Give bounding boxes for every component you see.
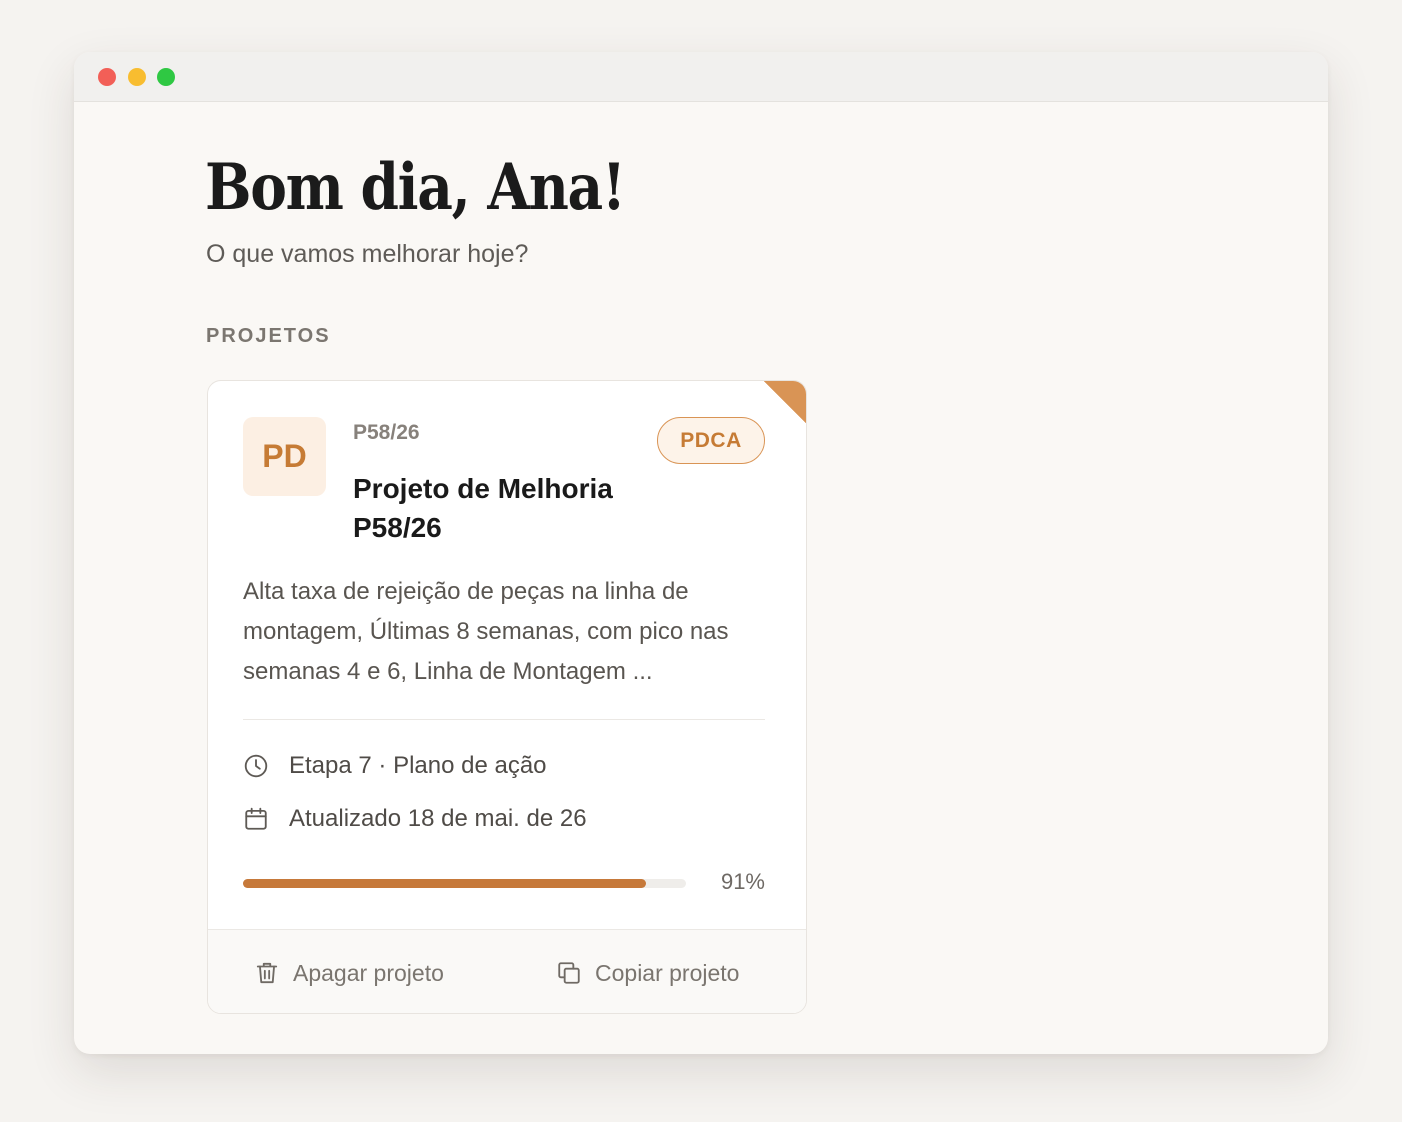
project-updated: Atualizado 18 de mai. de 26 — [243, 804, 587, 834]
progress-bar — [243, 879, 686, 888]
maximize-window-button[interactable] — [157, 68, 175, 86]
clock-icon — [243, 753, 269, 779]
calendar-icon — [243, 806, 269, 832]
project-updated-text: Atualizado 18 de mai. de 26 — [289, 805, 587, 832]
project-description: Alta taxa de rejeição de peças na linha … — [243, 578, 729, 685]
trash-icon — [254, 960, 280, 986]
greeting-heading: Bom dia, Ana! — [205, 150, 626, 225]
project-step-text: Etapa 7 · Plano de ação — [289, 752, 547, 779]
minimize-window-button[interactable] — [128, 68, 146, 86]
delete-project-button[interactable]: Apagar projeto — [254, 956, 444, 990]
methodology-badge: PDCA — [657, 417, 765, 464]
progress-bar-fill — [243, 879, 647, 888]
card-footer: Apagar projeto Copiar projeto — [208, 929, 806, 1013]
delete-project-label: Apagar projeto — [293, 959, 444, 986]
project-card[interactable]: PD P58/26 PDCA Projeto de Melhoria P58/2… — [207, 380, 807, 1014]
app-window: Bom dia, Ana! O que vamos melhorar hoje?… — [74, 52, 1328, 1054]
card-divider — [243, 719, 765, 720]
copy-project-button[interactable]: Copiar projeto — [556, 956, 739, 990]
projects-section-label: PROJETOS — [206, 325, 331, 347]
progress-percentage: 91% — [720, 869, 765, 894]
copy-icon — [556, 960, 582, 986]
title-bar — [74, 52, 1328, 102]
project-avatar: PD — [243, 417, 326, 496]
card-corner-accent — [764, 381, 806, 423]
project-title[interactable]: Projeto de Melhoria P58/26 — [353, 469, 653, 547]
project-code: P58/26 — [353, 421, 420, 444]
close-window-button[interactable] — [98, 68, 116, 86]
greeting-subtitle: O que vamos melhorar hoje? — [206, 240, 529, 268]
project-step: Etapa 7 · Plano de ação — [243, 751, 547, 781]
copy-project-label: Copiar projeto — [595, 959, 740, 986]
